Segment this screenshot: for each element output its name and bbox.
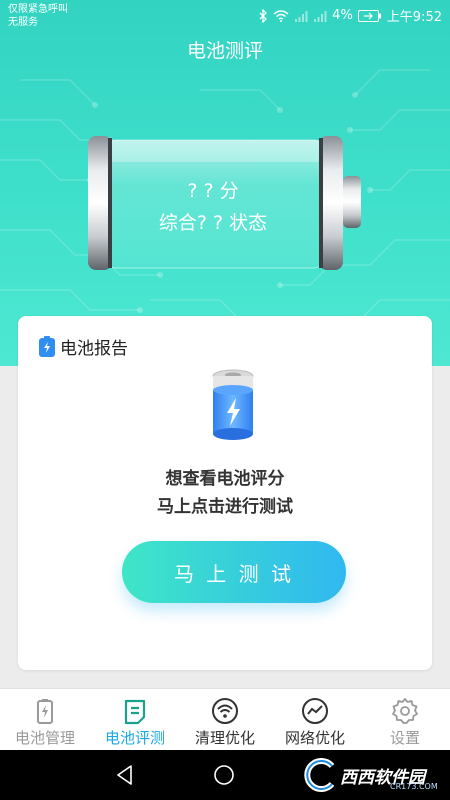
nav-label: 电池评测: [104, 729, 165, 747]
page-title: 电池测评: [186, 40, 263, 62]
prompt-line-1: 想查看电池评分: [165, 469, 285, 489]
home-icon[interactable]: [213, 764, 235, 786]
gear-icon: [392, 698, 418, 724]
card-header: 电池报告: [38, 334, 128, 359]
wifi-clean-icon: [212, 698, 238, 724]
battery-illustration: [88, 136, 361, 270]
bottom-nav: 电池管理 电池评测 清理优化 网络优化 设置: [0, 688, 450, 750]
back-icon[interactable]: [114, 764, 136, 786]
battery-score-text: ? ? 分: [187, 180, 239, 202]
nav-item-settings[interactable]: 设置: [360, 689, 450, 750]
emergency-call-text: 仅限紧急呼叫: [8, 4, 68, 15]
battery-report-icon: [39, 335, 55, 357]
report-icon: [124, 699, 146, 725]
status-right: 4% 上午9:52: [259, 6, 442, 25]
nav-label: 网络优化: [284, 729, 345, 747]
speed-icon: [302, 698, 328, 724]
bluetooth-icon: [259, 8, 268, 23]
no-service-text: 无服务: [8, 17, 38, 28]
battery-icon: [37, 699, 53, 724]
status-bar: 仅限紧急呼叫 无服务 4% 上午9:52: [0, 0, 450, 32]
system-nav-bar: 西西软件园 CR173.COM: [0, 750, 450, 800]
start-test-button[interactable]: 马 上 测 试: [122, 541, 346, 603]
signal-icon-2: [314, 10, 327, 22]
prompt-line-2: 马上点击进行测试: [157, 497, 293, 517]
watermark-logo: 西西软件园 CR173.COM: [300, 758, 438, 792]
status-time: 上午9:52: [386, 10, 442, 25]
watermark-url: CR173.COM: [390, 782, 438, 791]
status-battery-icon: [357, 9, 381, 22]
battery-status-text: 综合? ? 状态: [158, 212, 268, 234]
nav-item-battery-review[interactable]: 电池评测: [90, 689, 180, 750]
battery-report-card: 电池报告 想查看电池评分 马上点击进行测试 马 上 测 试: [18, 316, 432, 670]
nav-item-network-optimize[interactable]: 网络优化: [270, 689, 360, 750]
nav-item-clean-optimize[interactable]: 清理优化: [180, 689, 270, 750]
nav-label: 设置: [389, 729, 420, 747]
watermark-c-icon: [304, 758, 335, 792]
nav-label: 清理优化: [194, 729, 255, 747]
card-title: 电池报告: [60, 339, 128, 359]
status-left: 仅限紧急呼叫 无服务: [8, 3, 68, 29]
battery-percent: 4%: [332, 8, 353, 23]
nav-item-battery-manage[interactable]: 电池管理: [0, 689, 90, 750]
nav-label: 电池管理: [14, 729, 75, 747]
blue-battery-icon: [212, 369, 254, 440]
signal-icon-1: [295, 10, 308, 22]
wifi-icon: [273, 9, 289, 22]
